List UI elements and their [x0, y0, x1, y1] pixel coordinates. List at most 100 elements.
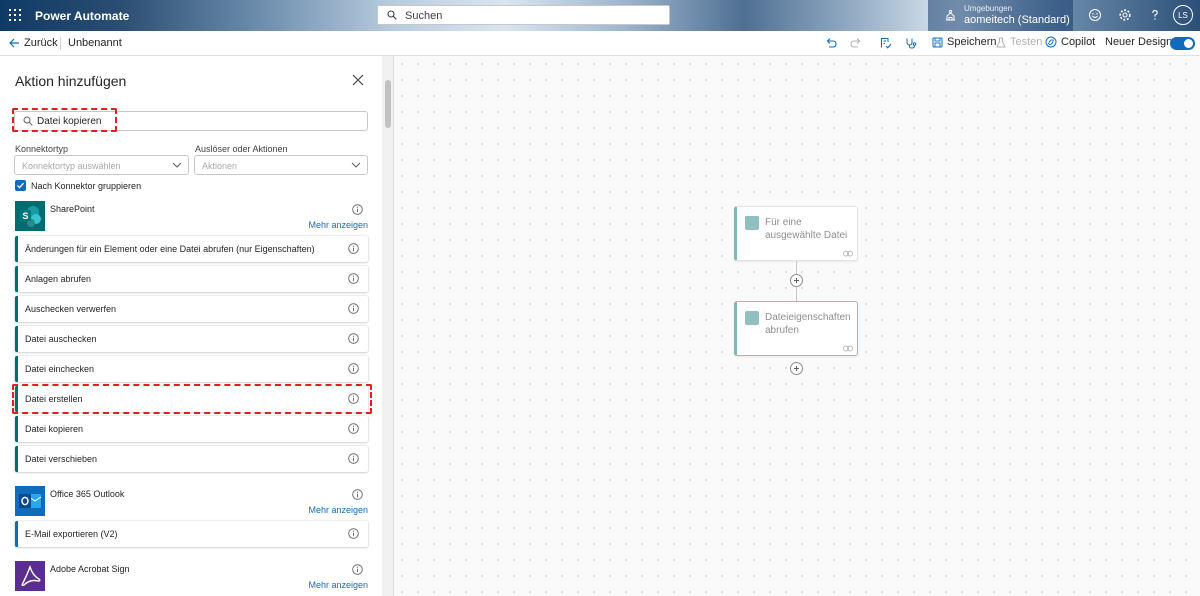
show-more-link[interactable]: Mehr anzeigen	[308, 505, 368, 515]
help-question-icon[interactable]	[1148, 8, 1162, 22]
info-icon[interactable]	[348, 423, 359, 434]
connector-sharepoint: S SharePoint Mehr anzeigen	[15, 201, 369, 233]
action-item[interactable]: Auschecken verwerfen	[15, 296, 368, 322]
action-item[interactable]: Änderungen für ein Element oder eine Dat…	[15, 236, 368, 262]
save-button-label: Speichern	[947, 36, 997, 48]
info-icon[interactable]	[352, 489, 363, 500]
link-icon	[843, 250, 853, 257]
adobe-acrobat-logo-icon	[15, 561, 45, 591]
flow-name[interactable]: Unbenannt	[68, 37, 122, 49]
back-button[interactable]: Zurück	[9, 37, 58, 49]
feedback-smiley-icon[interactable]	[1088, 8, 1102, 22]
search-highlight-frame	[12, 108, 117, 132]
group-by-connector-checkbox[interactable]	[15, 180, 26, 191]
app-header: Power Automate Suchen Umgebungen aomeite…	[0, 0, 1200, 31]
action-item-label: Datei verschieben	[25, 454, 98, 464]
action-item-label: Datei einchecken	[25, 364, 95, 374]
new-designer-toggle[interactable]	[1170, 37, 1195, 50]
flow-canvas[interactable]: Für eine ausgewählte Datei Dateieigensch…	[394, 56, 1200, 596]
trigger-node[interactable]: Für eine ausgewählte Datei	[734, 206, 858, 261]
environment-picker[interactable]: Umgebungen aomeitech (Standard)	[928, 0, 1073, 31]
scrollbar-thumb[interactable]	[385, 80, 391, 128]
connector-name: SharePoint	[50, 204, 95, 214]
panel-scrollbar[interactable]	[382, 56, 393, 596]
info-icon[interactable]	[348, 528, 359, 539]
trigger-node-title: Für eine ausgewählte Datei	[765, 217, 848, 241]
environment-name: aomeitech (Standard)	[964, 14, 1070, 26]
outlook-logo-icon	[15, 486, 45, 516]
trigger-action-label: Auslöser oder Aktionen	[195, 144, 288, 154]
connector-adobe-acrobat-sign: Adobe Acrobat Sign Mehr anzeigen	[15, 561, 369, 593]
sharepoint-logo-icon: S	[15, 201, 45, 231]
action-item[interactable]: Datei auschecken	[15, 326, 368, 352]
action-item-label: Datei auschecken	[25, 334, 97, 344]
action-highlight-frame	[12, 384, 372, 414]
connector-name: Adobe Acrobat Sign	[50, 564, 130, 574]
app-launcher-icon[interactable]	[9, 9, 21, 21]
info-icon[interactable]	[348, 273, 359, 284]
connector-name: Office 365 Outlook	[50, 489, 125, 499]
save-button[interactable]: Speichern	[932, 36, 997, 48]
divider	[60, 37, 61, 50]
test-button-label: Testen	[1010, 36, 1043, 48]
action-node[interactable]: Dateieigenschaften abrufen	[734, 301, 858, 356]
back-button-label: Zurück	[24, 37, 58, 49]
action-item[interactable]: Datei verschieben	[15, 446, 368, 472]
info-icon[interactable]	[352, 564, 363, 575]
save-disk-icon	[932, 37, 943, 47]
arrow-left-icon	[9, 38, 19, 48]
info-icon[interactable]	[348, 453, 359, 464]
power-automate-designer: Power Automate Suchen Umgebungen aomeite…	[0, 0, 1200, 596]
action-item[interactable]: Datei einchecken	[15, 356, 368, 382]
chevron-down-icon	[172, 162, 182, 168]
insert-step-plus-icon[interactable]	[790, 274, 803, 287]
info-icon[interactable]	[348, 243, 359, 254]
show-more-link[interactable]: Mehr anzeigen	[308, 220, 368, 230]
flow-checker-icon[interactable]	[880, 37, 892, 49]
checkmark-icon	[17, 182, 24, 189]
svg-text:S: S	[22, 211, 28, 221]
info-icon[interactable]	[348, 363, 359, 374]
group-by-connector-label: Nach Konnektor gruppieren	[31, 181, 142, 191]
trigger-action-dropdown[interactable]: Aktionen	[194, 155, 368, 175]
user-avatar[interactable]: LS	[1173, 5, 1193, 25]
beaker-icon	[996, 37, 1006, 47]
action-item-label: Änderungen für ein Element oder eine Dat…	[25, 244, 315, 254]
app-name[interactable]: Power Automate	[35, 9, 129, 23]
undo-icon[interactable]	[825, 37, 837, 49]
trigger-action-placeholder: Aktionen	[202, 161, 238, 171]
connector-office365-outlook: Office 365 Outlook Mehr anzeigen	[15, 486, 369, 518]
add-action-panel: Aktion hinzufügen Konnektortyp Konnektor…	[0, 56, 394, 596]
connector-type-placeholder: Konnektortyp auswählen	[22, 161, 121, 171]
settings-gear-icon[interactable]	[1118, 8, 1132, 22]
copilot-icon	[1045, 36, 1057, 48]
connector-type-label: Konnektortyp	[15, 144, 69, 154]
action-item-label: Auschecken verwerfen	[25, 304, 117, 314]
info-icon[interactable]	[348, 303, 359, 314]
info-icon[interactable]	[352, 204, 363, 215]
environment-icon	[946, 9, 955, 21]
environment-label: Umgebungen	[964, 4, 1013, 13]
add-step-plus-icon[interactable]	[790, 362, 803, 375]
global-search[interactable]: Suchen	[377, 5, 670, 25]
close-icon[interactable]	[352, 74, 364, 86]
action-item-label: Datei kopieren	[25, 424, 84, 434]
action-item[interactable]: Anlagen abrufen	[15, 266, 368, 292]
info-icon[interactable]	[348, 333, 359, 344]
chevron-down-icon	[351, 162, 361, 168]
connector-type-dropdown[interactable]: Konnektortyp auswählen	[14, 155, 189, 175]
search-icon	[387, 10, 397, 20]
redo-icon[interactable]	[850, 37, 862, 49]
action-item-label: Anlagen abrufen	[25, 274, 92, 284]
copilot-button[interactable]: Copilot	[1045, 36, 1095, 48]
command-bar: Zurück Unbenannt Speichern Testen Copilo…	[0, 31, 1200, 56]
test-button[interactable]: Testen	[996, 36, 1042, 48]
show-more-link[interactable]: Mehr anzeigen	[308, 580, 368, 590]
action-item[interactable]: Datei kopieren	[15, 416, 368, 442]
panel-title: Aktion hinzufügen	[15, 73, 127, 89]
action-item-label: E-Mail exportieren (V2)	[25, 529, 118, 539]
action-item[interactable]: E-Mail exportieren (V2)	[15, 521, 368, 547]
copilot-button-label: Copilot	[1061, 36, 1096, 48]
stethoscope-icon[interactable]	[905, 37, 917, 49]
link-icon	[843, 345, 853, 352]
